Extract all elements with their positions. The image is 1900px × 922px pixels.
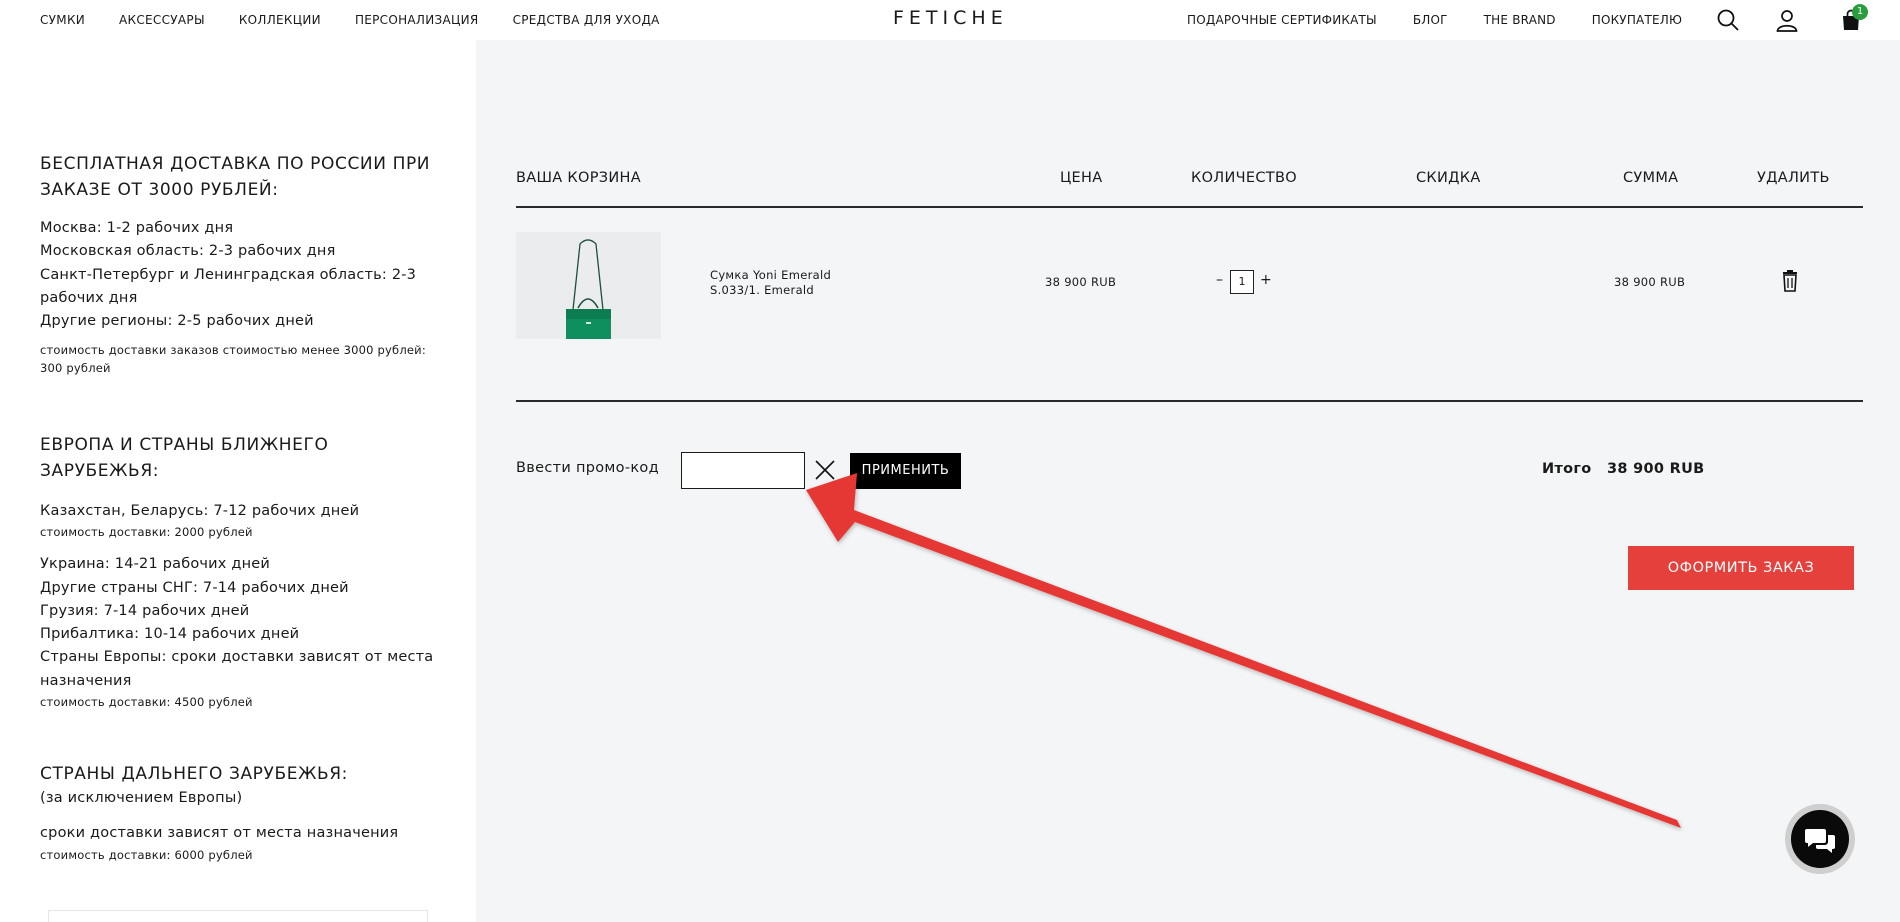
delivery-line: Украина: 14-21 рабочих дней <box>40 556 271 573</box>
delivery-cost-note: стоимость доставки заказов стоимостью ме… <box>40 343 426 376</box>
product-sku: S.033/1. Emerald <box>710 282 815 297</box>
delivery-cost-note: стоимость доставки: 2000 рублей <box>40 525 253 540</box>
far-abroad-subtitle: (за исключением Европы) <box>40 790 243 806</box>
delivery-line: Прибалтика: 10-14 рабочих дней <box>40 626 300 643</box>
delivery-line: Санкт-Петербург и Ленинградская область:… <box>40 266 417 306</box>
cart-header-delete: УДАЛИТЬ <box>1757 170 1830 186</box>
chat-button[interactable] <box>1785 804 1855 874</box>
europe-delivery-title: ЕВРОПА И СТРАНЫ БЛИЖНЕГО ЗАРУБЕЖЬЯ: <box>40 435 329 481</box>
close-icon[interactable] <box>813 458 837 482</box>
user-icon[interactable] <box>1775 8 1799 32</box>
nav-the-brand[interactable]: THE BRAND <box>1484 13 1556 27</box>
far-abroad-delivery-section: СТРАНЫ ДАЛЬНЕГО ЗАРУБЕЖЬЯ: (за исключени… <box>40 761 440 864</box>
quantity-decrease-button[interactable]: – <box>1216 272 1223 288</box>
product-image[interactable] <box>516 232 661 346</box>
quantity-increase-button[interactable]: + <box>1260 272 1272 288</box>
delivery-line: сроки доставки зависят от места назначен… <box>40 825 399 842</box>
delivery-cost-note: стоимость доставки: 6000 рублей <box>40 847 253 862</box>
far-abroad-title: СТРАНЫ ДАЛЬНЕГО ЗАРУБЕЖЬЯ: <box>40 764 349 784</box>
nav-customer[interactable]: ПОКУПАТЕЛЮ <box>1592 13 1682 27</box>
search-icon[interactable] <box>1716 8 1740 32</box>
product-name[interactable]: Сумка Yoni Emerald <box>710 268 831 283</box>
nav-blog[interactable]: БЛОГ <box>1413 13 1448 27</box>
apply-promo-button[interactable]: ПРИМЕНИТЬ <box>850 453 961 489</box>
nav-collections[interactable]: КОЛЛЕКЦИИ <box>239 13 321 27</box>
product-sum: 38 900 RUB <box>1614 275 1686 289</box>
main-nav: СУМКИ АКСЕССУАРЫ КОЛЛЕКЦИИ ПЕРСОНАЛИЗАЦИ… <box>40 13 694 27</box>
cart-count-badge: 1 <box>1852 4 1868 20</box>
delivery-cost-note: стоимость доставки: 4500 рублей <box>40 695 253 710</box>
product-price: 38 900 RUB <box>1045 275 1117 289</box>
quantity-value[interactable]: 1 <box>1230 270 1254 294</box>
nav-personalization[interactable]: ПЕРСОНАЛИЗАЦИЯ <box>355 13 479 27</box>
delivery-line: Московская область: 2-3 рабочих дня <box>40 243 336 260</box>
cart-header-sum: СУММА <box>1623 170 1679 186</box>
site-header: СУМКИ АКСЕССУАРЫ КОЛЛЕКЦИИ ПЕРСОНАЛИЗАЦИ… <box>0 0 1900 40</box>
russia-delivery-title: БЕСПЛАТНАЯ ДОСТАВКА ПО РОССИИ ПРИ ЗАКАЗЕ… <box>40 154 431 200</box>
nav-care[interactable]: СРЕДСТВА ДЛЯ УХОДА <box>513 13 660 27</box>
promo-code-input[interactable] <box>681 452 805 489</box>
delivery-line: Другие регионы: 2-5 рабочих дней <box>40 313 314 330</box>
promo-code-label: Ввести промо-код <box>516 460 659 476</box>
cart-header-price: ЦЕНА <box>1060 170 1103 186</box>
trash-icon[interactable] <box>1780 270 1800 292</box>
delivery-line: Казахстан, Беларусь: 7-12 рабочих дней <box>40 503 360 519</box>
sidebar-card-edge <box>48 910 428 922</box>
delivery-line: Другие страны СНГ: 7-14 рабочих дней <box>40 579 349 596</box>
nav-bags[interactable]: СУМКИ <box>40 13 85 27</box>
secondary-nav: ПОДАРОЧНЫЕ СЕРТИФИКАТЫ БЛОГ THE BRAND ПО… <box>1187 13 1718 27</box>
europe-delivery-section: ЕВРОПА И СТРАНЫ БЛИЖНЕГО ЗАРУБЕЖЬЯ: Каза… <box>40 432 440 711</box>
cart-header-discount: СКИДКА <box>1416 170 1481 186</box>
cart-footer-divider <box>516 400 1863 402</box>
delivery-line: Страны Европы: сроки доставки зависят от… <box>40 649 434 689</box>
cart-header-quantity: КОЛИЧЕСТВО <box>1191 170 1297 186</box>
chat-icon <box>1805 829 1835 853</box>
checkout-button[interactable]: ОФОРМИТЬ ЗАКАЗ <box>1628 546 1854 590</box>
total-label: Итого <box>1542 461 1592 477</box>
delivery-line: Грузия: 7-14 рабочих дней <box>40 602 250 619</box>
cart-header-title: ВАША КОРЗИНА <box>516 170 641 186</box>
brand-logo[interactable]: FETICHE <box>893 7 1008 29</box>
nav-gift-cards[interactable]: ПОДАРОЧНЫЕ СЕРТИФИКАТЫ <box>1187 13 1377 27</box>
cart-header-divider <box>516 206 1863 208</box>
product-info: Сумка Yoni Emerald S.033/1. Emerald <box>710 268 831 297</box>
nav-accessories[interactable]: АКСЕССУАРЫ <box>119 13 205 27</box>
russia-delivery-section: БЕСПЛАТНАЯ ДОСТАВКА ПО РОССИИ ПРИ ЗАКАЗЕ… <box>40 151 440 377</box>
total-value: 38 900 RUB <box>1607 461 1705 477</box>
delivery-line: Москва: 1-2 рабочих дня <box>40 220 234 236</box>
